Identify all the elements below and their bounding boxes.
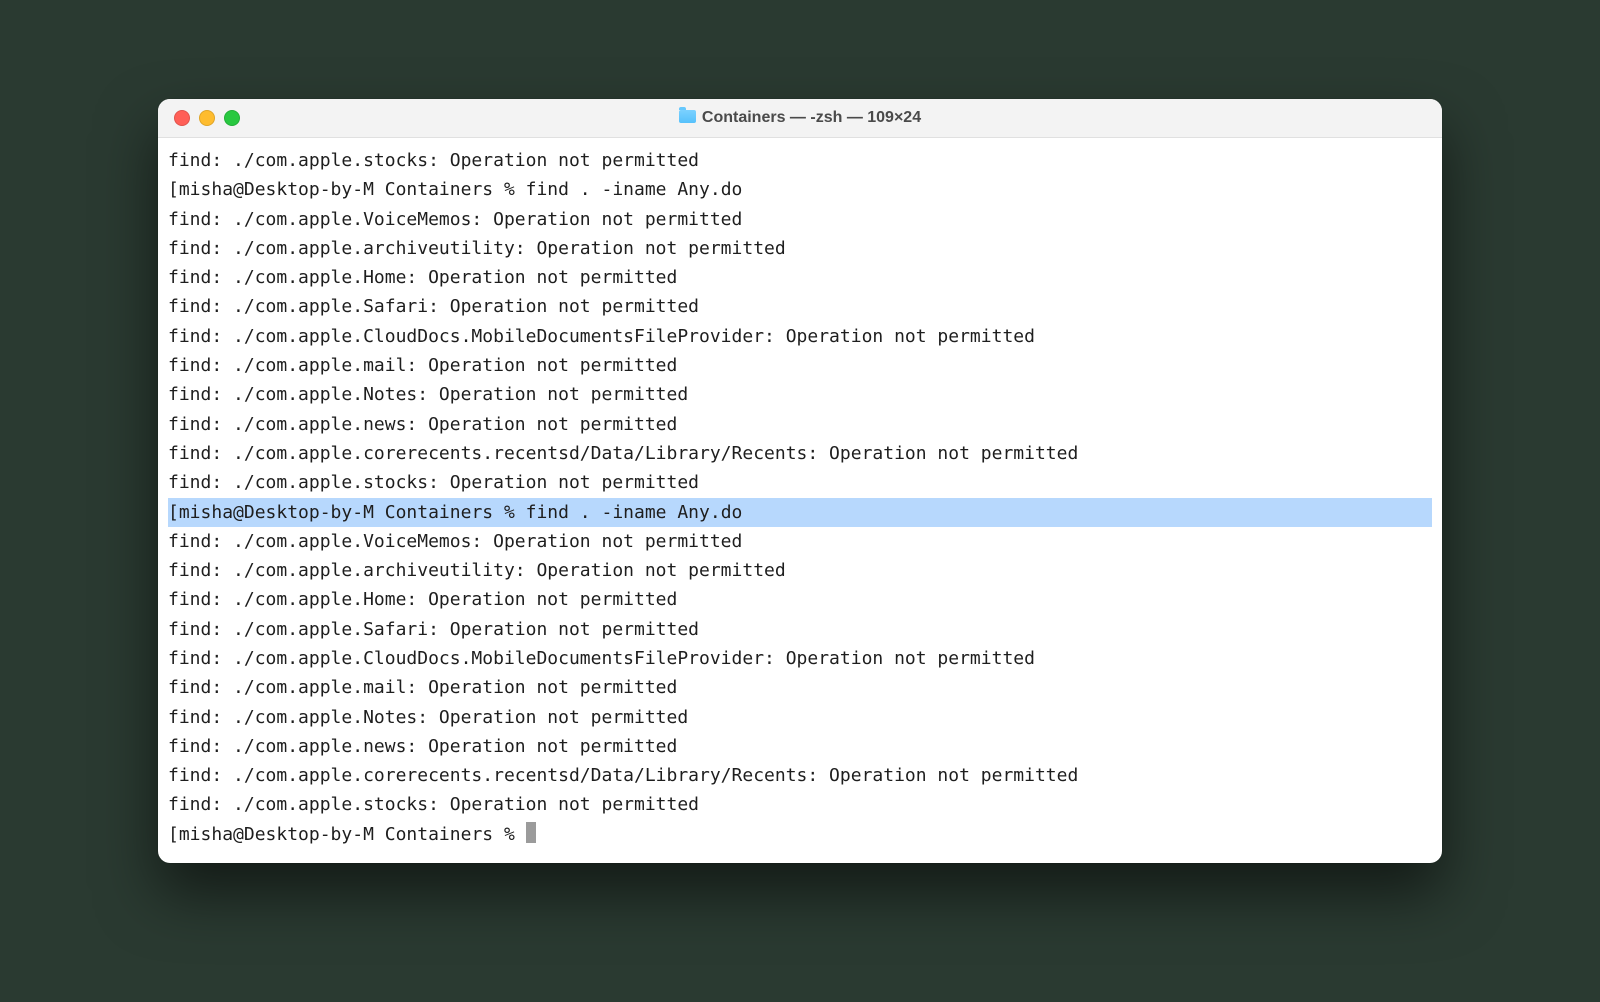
prompt-text: misha@Desktop-by-M Containers % find . -… [179, 179, 743, 200]
terminal-line: find: ./com.apple.stocks: Operation not … [168, 790, 1432, 819]
terminal-line: find: ./com.apple.CloudDocs.MobileDocume… [168, 322, 1432, 351]
terminal-line: find: ./com.apple.archiveutility: Operat… [168, 556, 1432, 585]
desktop-backdrop: Containers — -zsh — 109×24 find: ./com.a… [0, 0, 1600, 1002]
close-button[interactable] [174, 110, 190, 126]
minimize-button[interactable] [199, 110, 215, 126]
prompt-open-bracket: [ [168, 179, 179, 200]
terminal-line: find: ./com.apple.Home: Operation not pe… [168, 263, 1432, 292]
terminal-line: find: ./com.apple.corerecents.recentsd/D… [168, 761, 1432, 790]
terminal-line: find: ./com.apple.mail: Operation not pe… [168, 673, 1432, 702]
prompt-text: misha@Desktop-by-M Containers % [179, 824, 526, 845]
terminal-line: find: ./com.apple.Safari: Operation not … [168, 292, 1432, 321]
folder-icon [679, 110, 696, 123]
terminal-line: find: ./com.apple.news: Operation not pe… [168, 732, 1432, 761]
terminal-line: find: ./com.apple.news: Operation not pe… [168, 410, 1432, 439]
terminal-window: Containers — -zsh — 109×24 find: ./com.a… [158, 99, 1442, 863]
terminal-line: find: ./com.apple.Notes: Operation not p… [168, 380, 1432, 409]
cursor [526, 822, 536, 843]
terminal-line: find: ./com.apple.archiveutility: Operat… [168, 234, 1432, 263]
terminal-body[interactable]: find: ./com.apple.stocks: Operation not … [158, 138, 1442, 863]
terminal-line: find: ./com.apple.Safari: Operation not … [168, 615, 1432, 644]
terminal-line: find: ./com.apple.Notes: Operation not p… [168, 703, 1432, 732]
terminal-line: [misha@Desktop-by-M Containers % find . … [168, 498, 1432, 527]
prompt-open-bracket: [ [168, 824, 179, 845]
terminal-line: find: ./com.apple.VoiceMemos: Operation … [168, 527, 1432, 556]
zoom-button[interactable] [224, 110, 240, 126]
prompt-text: misha@Desktop-by-M Containers % find . -… [179, 502, 743, 523]
prompt-open-bracket: [ [168, 502, 179, 523]
terminal-line: find: ./com.apple.CloudDocs.MobileDocume… [168, 644, 1432, 673]
window-title-text: Containers — -zsh — 109×24 [702, 109, 921, 126]
terminal-line: find: ./com.apple.Home: Operation not pe… [168, 585, 1432, 614]
window-controls [158, 110, 240, 126]
terminal-line: find: ./com.apple.stocks: Operation not … [168, 468, 1432, 497]
window-title: Containers — -zsh — 109×24 [158, 109, 1442, 127]
window-titlebar: Containers — -zsh — 109×24 [158, 99, 1442, 138]
terminal-line: find: ./com.apple.mail: Operation not pe… [168, 351, 1432, 380]
terminal-line: find: ./com.apple.VoiceMemos: Operation … [168, 205, 1432, 234]
terminal-line: find: ./com.apple.corerecents.recentsd/D… [168, 439, 1432, 468]
terminal-line: [misha@Desktop-by-M Containers % [168, 820, 1432, 849]
terminal-line: find: ./com.apple.stocks: Operation not … [168, 146, 1432, 175]
terminal-line: [misha@Desktop-by-M Containers % find . … [168, 175, 1432, 204]
